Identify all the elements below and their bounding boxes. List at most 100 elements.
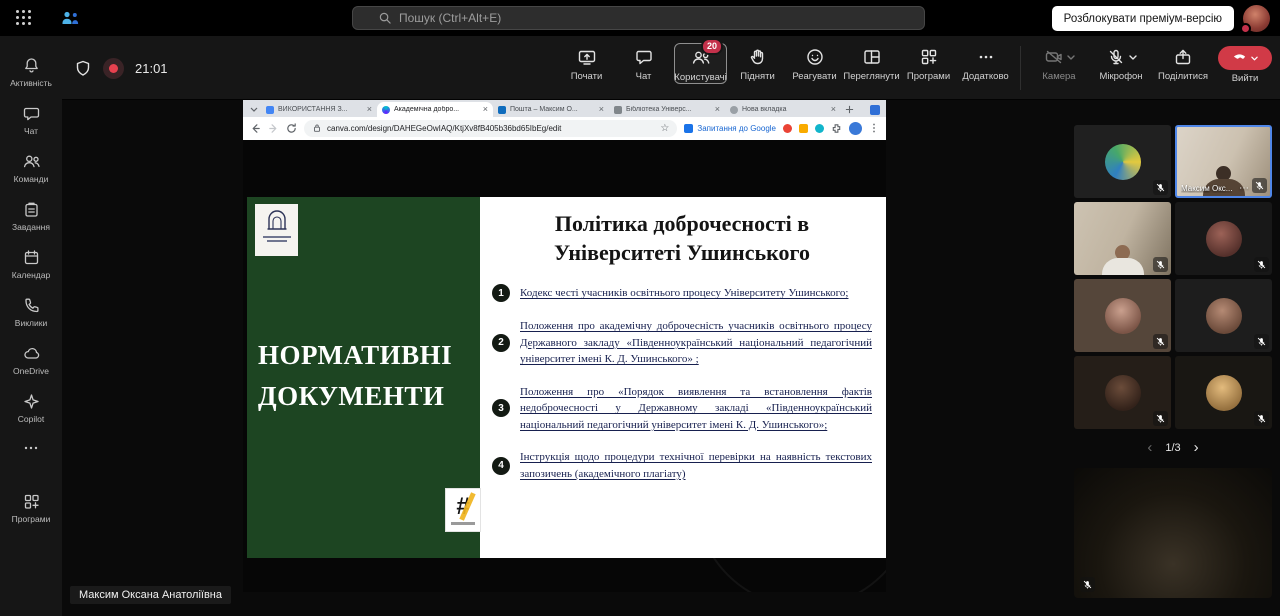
slide-list-item: 2 Положення про академічну доброчесність… (492, 318, 872, 368)
tab-favicon (266, 106, 274, 114)
microphone-button[interactable]: Мікрофон (1092, 43, 1150, 82)
extension-icon-teal[interactable] (815, 124, 824, 133)
search-input[interactable]: Пошук (Ctrl+Alt+E) (352, 6, 925, 30)
tab-close-icon[interactable]: × (715, 105, 720, 114)
tab-close-icon[interactable]: × (367, 105, 372, 114)
meeting-info: 21:01 (74, 36, 168, 100)
unlock-premium-button[interactable]: Розблокувати преміум-версію (1052, 6, 1234, 31)
camera-dropdown-icon[interactable] (1067, 55, 1075, 60)
more-actions-button[interactable]: Додатково (959, 43, 1012, 84)
chat-button[interactable]: Чат (617, 43, 670, 84)
presence-badge (1240, 23, 1251, 34)
tab-strip-right (870, 105, 886, 117)
tab-close-icon[interactable]: × (483, 105, 488, 114)
sidebar-item-chat[interactable]: Чат (0, 96, 62, 144)
participant-tile[interactable] (1175, 356, 1272, 429)
browser-tab-strip: ВИКОРИСТАННЯ З... × Академічна добро... … (243, 100, 886, 117)
tab-favicon (614, 106, 622, 114)
leave-pill[interactable] (1218, 46, 1272, 70)
tile-more-icon[interactable]: ⋯ (1239, 183, 1249, 195)
extension-icon-orange[interactable] (799, 124, 808, 133)
browser-profile-avatar[interactable] (849, 122, 862, 135)
participant-tile[interactable] (1074, 356, 1171, 429)
tab-search-icon[interactable] (247, 102, 261, 117)
profile-avatar[interactable] (1243, 5, 1270, 32)
browser-menu-icon[interactable]: ⋮ (869, 124, 879, 134)
sidebar-item-apps[interactable]: Програми (0, 484, 62, 532)
mic-off-badge (1153, 411, 1168, 426)
sidebar-item-onedrive[interactable]: OneDrive (0, 336, 62, 384)
site-info-icon[interactable] (312, 120, 322, 138)
avatar (1206, 298, 1242, 334)
browser-tab[interactable]: Пошта – Максим О... × (493, 102, 609, 117)
hangup-icon (1232, 48, 1247, 68)
bookmark-star-icon[interactable]: ☆ (660, 124, 669, 134)
reload-icon[interactable] (286, 123, 297, 134)
participant-tile-active[interactable]: Максим Окс... ⋯ (1175, 125, 1272, 198)
new-tab-icon[interactable] (841, 102, 857, 117)
share-button[interactable]: Поділитися (1154, 43, 1212, 82)
phone-icon (22, 296, 41, 315)
participant-tile[interactable] (1175, 279, 1272, 352)
tab-close-icon[interactable]: × (599, 105, 604, 114)
browser-tab[interactable]: Бібліотека Універс... × (609, 102, 725, 117)
sidebar-item-assignments[interactable]: Завдання (0, 192, 62, 240)
extensions-puzzle-icon[interactable] (831, 123, 842, 134)
participants-button[interactable]: 20 Користувачі (674, 43, 727, 84)
react-button[interactable]: Реагувати (788, 43, 841, 84)
participant-tile[interactable] (1074, 279, 1171, 352)
start-share-button[interactable]: Почати (560, 43, 613, 84)
hand-icon (748, 46, 768, 68)
people-icon (22, 152, 41, 171)
pager-next-icon[interactable]: › (1194, 440, 1199, 455)
participant-tile[interactable] (1074, 125, 1171, 198)
sidebar-item-activity[interactable]: Активність (0, 48, 62, 96)
browser-tab[interactable]: Нова вкладка × (725, 102, 841, 117)
university-logo (255, 204, 298, 256)
participant-name: Максим Окс... (1181, 184, 1232, 193)
sidebar-item-copilot[interactable]: Copilot (0, 384, 62, 432)
leave-dropdown-icon[interactable] (1251, 56, 1258, 61)
bell-icon (22, 56, 41, 75)
smiley-icon (805, 46, 825, 68)
tab-close-icon[interactable]: × (831, 105, 836, 114)
recording-indicator (103, 58, 124, 79)
clipboard-icon (22, 200, 41, 219)
extension-icon-red[interactable] (783, 124, 792, 133)
app-launcher-icon[interactable] (16, 10, 32, 26)
mic-off-badge (1254, 334, 1269, 349)
leave-button[interactable]: Вийти (1216, 43, 1274, 84)
tab-favicon (498, 106, 506, 114)
view-button[interactable]: Переглянути (845, 43, 898, 84)
back-icon[interactable] (250, 123, 261, 134)
logo-text-bar (267, 240, 287, 242)
teams-logo-icon[interactable] (60, 10, 80, 31)
bookmark-item[interactable]: Запитання до Google (684, 124, 776, 133)
sidebar-item-calls[interactable]: Виклики (0, 288, 62, 336)
browser-tab-active[interactable]: Академічна добро... × (377, 102, 493, 117)
mic-off-badge (1153, 180, 1168, 195)
raise-hand-button[interactable]: Підняти (731, 43, 784, 84)
more-dots-icon (23, 445, 39, 451)
avatar (1206, 221, 1242, 257)
mic-off-badge (1252, 178, 1267, 193)
browser-workspace-icon[interactable] (870, 105, 880, 115)
camera-button[interactable]: Камера (1030, 43, 1088, 82)
apps-button[interactable]: Програми (902, 43, 955, 84)
participant-tile-large[interactable] (1074, 468, 1272, 598)
mic-dropdown-icon[interactable] (1129, 55, 1137, 60)
address-bar[interactable]: canva.com/design/DAHEGeOwIAQ/KtjXv8fB405… (304, 120, 677, 137)
shield-icon[interactable] (74, 59, 92, 77)
sidebar-item-more[interactable] (0, 432, 62, 464)
browser-tab[interactable]: ВИКОРИСТАННЯ З... × (261, 102, 377, 117)
slide-list-item: 1 Кодекс честі учасників освітнього проц… (492, 284, 872, 302)
participant-tile[interactable] (1175, 202, 1272, 275)
participant-tile[interactable] (1074, 202, 1171, 275)
copilot-icon (22, 392, 41, 411)
sidebar-item-teams[interactable]: Команди (0, 144, 62, 192)
sidebar-item-calendar[interactable]: Календар (0, 240, 62, 288)
forward-icon[interactable] (268, 123, 279, 134)
app-sidebar: Активність Чат Команди Завдання Календар… (0, 36, 62, 616)
presenter-name-overlay: Максим Оксана Анатоліївна (70, 586, 231, 604)
pager-prev-icon[interactable]: ‹ (1147, 440, 1152, 455)
